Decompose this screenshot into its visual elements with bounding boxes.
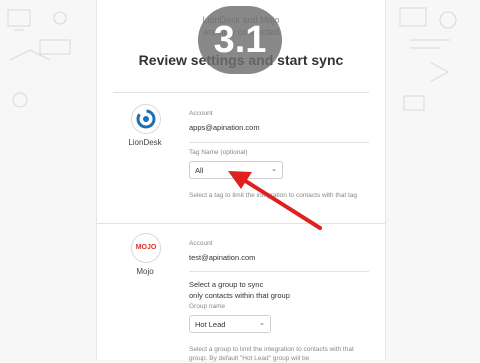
liondesk-name: LionDesk (128, 138, 162, 147)
tag-name-selected: All (195, 166, 204, 175)
divider (189, 271, 369, 272)
chevron-down-icon: ⌄ (271, 166, 277, 173)
tag-name-select[interactable]: All ⌄ (189, 161, 283, 179)
tag-name-label: Tag Name (optional) (189, 149, 248, 156)
mojo-account-value: test@apination.com (189, 253, 256, 262)
group-help-text: Select a group to limit the integration … (189, 346, 354, 362)
mojo-name: Mojo (136, 267, 154, 276)
group-name-label: Group name (189, 303, 226, 310)
divider (97, 223, 385, 224)
divider (113, 92, 369, 93)
group-name-select[interactable]: Hot Lead ⌄ (189, 315, 271, 333)
liondesk-account-value: apps@apination.com (189, 123, 260, 132)
mojo-account-label: Account (189, 240, 213, 247)
group-name-selected: Hot Lead (195, 320, 226, 329)
liondesk-account-label: Account (189, 110, 213, 117)
tag-help-text: Select a tag to limit the integration to… (189, 192, 358, 199)
step-badge: 3.1 (198, 6, 282, 74)
chevron-down-icon: ⌄ (259, 320, 265, 327)
liondesk-logo-icon (131, 104, 161, 134)
mojo-logo-icon: MOJO (131, 233, 161, 263)
divider (189, 142, 369, 143)
group-intro-line-1: Select a group to sync (189, 280, 264, 289)
group-intro-line-2: only contacts within that group (189, 291, 290, 300)
